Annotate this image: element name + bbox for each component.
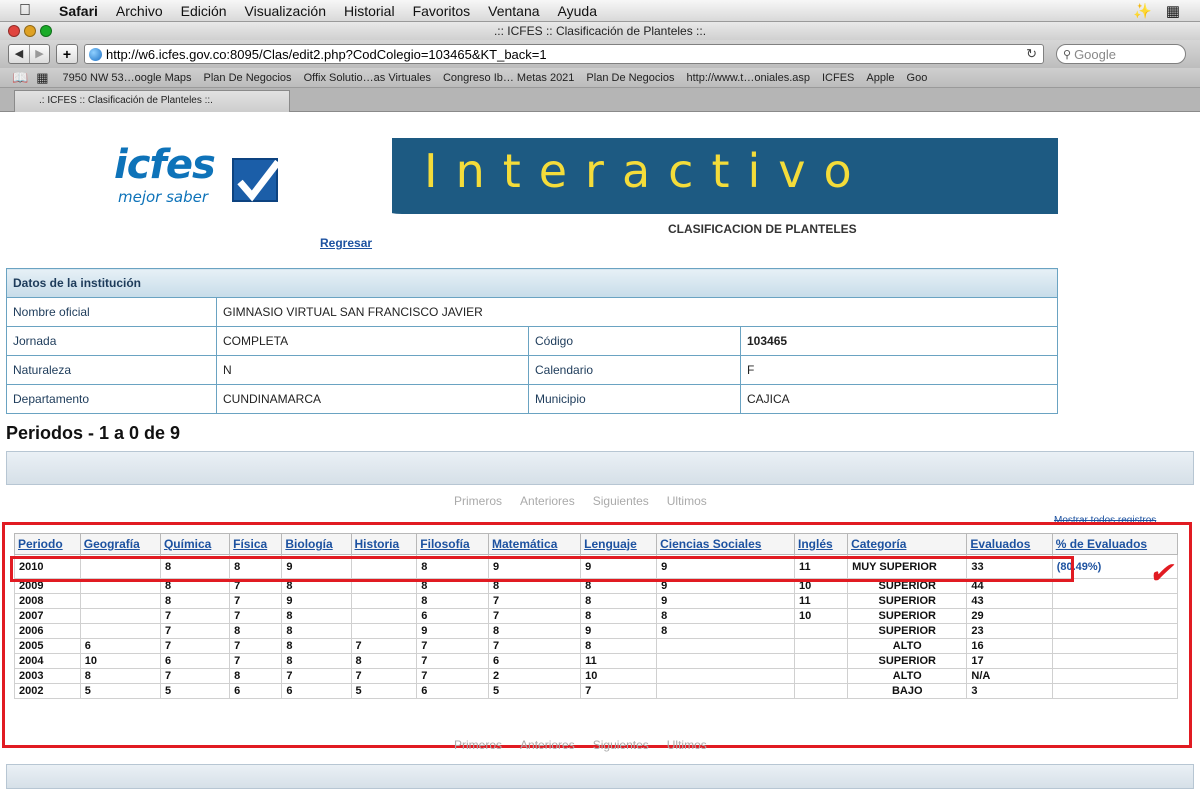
apple-menu-icon[interactable]:  (0, 2, 50, 20)
checkmark-logo-icon (232, 158, 281, 202)
bookmark-item[interactable]: ICFES (816, 72, 860, 84)
search-placeholder: Google (1074, 46, 1116, 62)
pager-first[interactable]: Primeros (454, 738, 502, 752)
bookmark-item[interactable]: http://www.t…oniales.asp (680, 72, 816, 84)
back-link[interactable]: Regresar (320, 236, 372, 250)
window-title-bar: .:: ICFES :: Clasificación de Planteles … (0, 22, 1200, 40)
jornada-label: Jornada (6, 326, 217, 356)
browser-toolbar: ◀ ▶ + http://w6.icfes.gov.co:8095/Clas/e… (0, 40, 1200, 68)
menu-favoritos[interactable]: Favoritos (404, 3, 480, 19)
annotation-row-box (10, 556, 1074, 582)
menu-archivo[interactable]: Archivo (107, 3, 172, 19)
pager-next[interactable]: Siguientes (593, 494, 649, 508)
periodos-title: Periodos - 1 a 0 de 9 (6, 423, 181, 443)
reload-icon[interactable]: ↻ (1026, 46, 1037, 62)
bookmark-item[interactable]: Apple (860, 72, 900, 84)
site-globe-icon (89, 47, 102, 61)
back-button[interactable]: ◀ (9, 45, 29, 63)
menu-app-name[interactable]: Safari (50, 3, 107, 19)
top-sites-grid-icon[interactable]: ▦ (36, 70, 56, 86)
add-bookmark-button[interactable]: + (56, 44, 78, 64)
annotation-checkmark-icon: ✔ (1148, 557, 1174, 590)
jornada-value: COMPLETA (216, 326, 529, 356)
bookmark-item[interactable]: Offix Solutio…as Virtuales (298, 72, 437, 84)
url-text: http://w6.icfes.gov.co:8095/Clas/edit2.p… (106, 46, 547, 62)
menu-historial[interactable]: Historial (335, 3, 404, 19)
address-bar[interactable]: http://w6.icfes.gov.co:8095/Clas/edit2.p… (84, 44, 1044, 64)
bookmark-item[interactable]: Plan De Negocios (580, 72, 680, 84)
pager-next[interactable]: Siguientes (593, 738, 649, 752)
banner-title: Interactivo (424, 144, 870, 198)
results-header-band (6, 451, 1194, 485)
nombre-label: Nombre oficial (6, 297, 217, 327)
bookmark-item[interactable]: Congreso Ib… Metas 2021 (437, 72, 580, 84)
naturaleza-label: Naturaleza (6, 355, 217, 385)
forward-button[interactable]: ▶ (29, 45, 49, 63)
codigo-label: Código (528, 326, 741, 356)
codigo-value: 103465 (740, 326, 1058, 356)
menu-visualizacion[interactable]: Visualización (236, 3, 335, 19)
bookmarks-bar: 📖 ▦ 7950 NW 53…oogle Maps Plan De Negoci… (0, 68, 1200, 88)
page-content: icfes mejor saber Interactivo CLASIFICAC… (0, 112, 1200, 789)
pager-first[interactable]: Primeros (454, 494, 502, 508)
logo-subtitle: mejor saber (118, 188, 209, 206)
logo-text: icfes (114, 142, 216, 188)
pager-previous[interactable]: Anteriores (520, 494, 575, 508)
search-field[interactable]: ⚲ Google (1056, 44, 1186, 64)
results-footer-band (6, 764, 1194, 789)
script-icon[interactable]: ✨ (1133, 2, 1152, 20)
menu-ayuda[interactable]: Ayuda (549, 3, 606, 19)
pager-last[interactable]: Ultimos (667, 738, 707, 752)
tab-bar: .: ICFES :: Clasificación de Planteles :… (0, 88, 1200, 112)
menu-bar:  Safari Archivo Edición Visualización H… (0, 0, 1200, 22)
departamento-value: CUNDINAMARCA (216, 384, 529, 414)
pager-bottom: Primeros Anteriores Siguientes Ultimos (454, 738, 707, 752)
municipio-label: Municipio (528, 384, 741, 414)
bookmark-item[interactable]: Goo (901, 72, 934, 84)
icfes-logo: icfes mejor saber (92, 138, 392, 214)
window-title: .:: ICFES :: Clasificación de Planteles … (493, 24, 707, 38)
institution-table: Datos de la institución Nombre oficial G… (6, 268, 1058, 414)
search-icon: ⚲ (1063, 48, 1072, 61)
institution-header: Datos de la institución (6, 268, 1058, 298)
calendario-label: Calendario (528, 355, 741, 385)
bookmark-item[interactable]: 7950 NW 53…oogle Maps (56, 72, 197, 84)
pager-previous[interactable]: Anteriores (520, 738, 575, 752)
nombre-value: GIMNASIO VIRTUAL SAN FRANCISCO JAVIER (216, 297, 1058, 327)
bookmark-item[interactable]: Plan De Negocios (198, 72, 298, 84)
menu-ventana[interactable]: Ventana (479, 3, 548, 19)
naturaleza-value: N (216, 355, 529, 385)
bookmarks-book-icon[interactable]: 📖 (0, 70, 36, 86)
icfes-banner: icfes mejor saber Interactivo (92, 138, 1058, 214)
menu-edicion[interactable]: Edición (172, 3, 236, 19)
tab-icfes[interactable]: .: ICFES :: Clasificación de Planteles :… (14, 90, 290, 112)
input-menu-icon[interactable]: ▦ (1166, 2, 1180, 20)
calendario-value: F (740, 355, 1058, 385)
nav-buttons: ◀ ▶ (8, 44, 50, 64)
pager-top: Primeros Anteriores Siguientes Ultimos (454, 494, 707, 508)
municipio-value: CAJICA (740, 384, 1058, 414)
departamento-label: Departamento (6, 384, 217, 414)
page-subheading: CLASIFICACION DE PLANTELES (668, 222, 857, 236)
pager-last[interactable]: Ultimos (667, 494, 707, 508)
